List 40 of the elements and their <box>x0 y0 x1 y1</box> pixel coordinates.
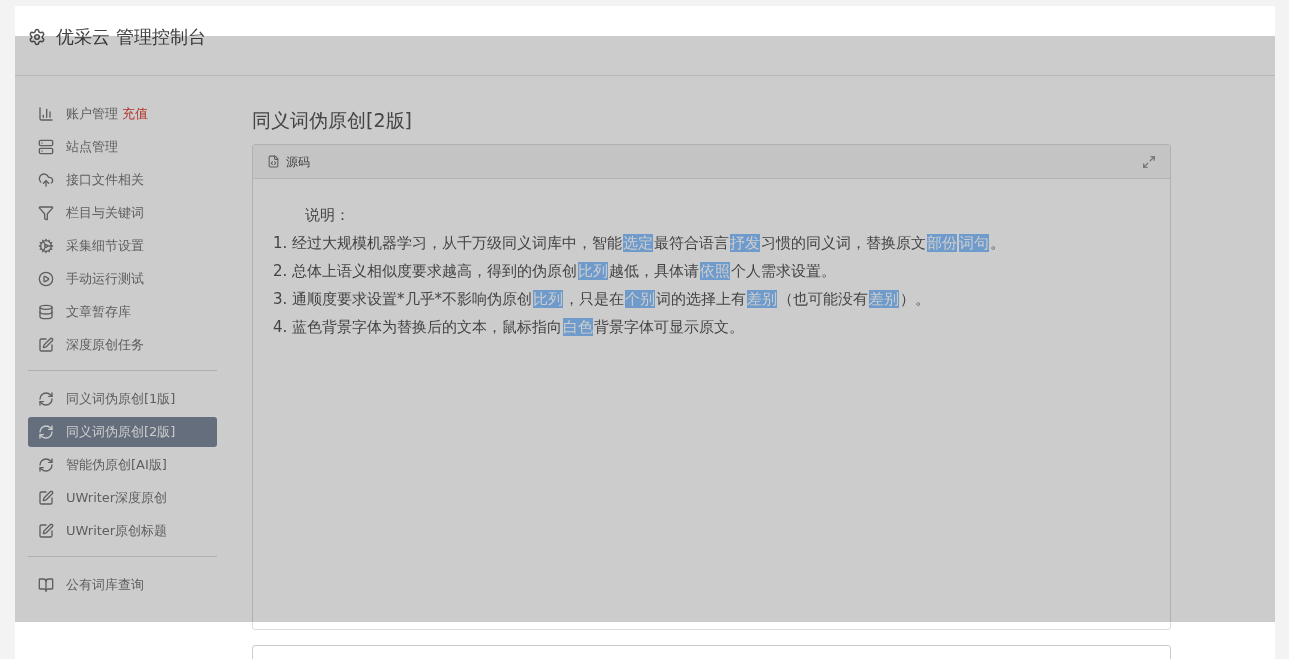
instruction-line: 1. 经过大规模机器学习，从千万级同义词库中，智能选定最符合语言抒发习惯的同义词，替换原文部份词句。 <box>273 233 1006 254</box>
refresh-icon <box>38 391 54 407</box>
cloud-upload-icon <box>38 172 54 188</box>
filter-icon <box>38 205 54 221</box>
sidebar-item[interactable]: 采集细节设置 <box>28 231 217 261</box>
sidebar-item[interactable]: 手动运行测试 <box>28 264 217 294</box>
refresh-icon <box>38 424 54 440</box>
recharge-link[interactable]: 充值 <box>122 104 148 124</box>
sidebar-item[interactable]: 站点管理 <box>28 132 217 162</box>
edit-icon <box>38 490 54 506</box>
sidebar-item[interactable]: 同义词伪原创[2版] <box>28 417 217 447</box>
server-icon <box>38 139 54 155</box>
book-icon <box>38 577 54 593</box>
sidebar-item[interactable]: 账户管理 充值 <box>28 99 217 129</box>
sidebar-item[interactable]: 栏目与关键词 <box>28 198 217 228</box>
sidebar-item[interactable]: 同义词伪原创[1版] <box>28 384 217 414</box>
edit-icon <box>38 523 54 539</box>
instruction-line: 4. 蓝色背景字体为替换后的文本，鼠标指向 白色背景字体可显示原文。 <box>273 317 745 338</box>
panel-title: 源码 <box>286 153 310 171</box>
sidebar-item[interactable]: 接口文件相关 <box>28 165 217 195</box>
edit-icon <box>38 337 54 353</box>
sidebar-item[interactable]: 公有词库查询 <box>28 570 217 600</box>
refresh-icon <box>38 457 54 473</box>
instruction-line: 2. 总体上语义相似度要求越高，得到的伪原创比列越低，具体请依照个人需求设置。 <box>273 261 837 282</box>
bar-chart-icon <box>38 106 54 122</box>
gears-icon <box>38 238 54 254</box>
code-file-icon <box>267 155 280 168</box>
settings-icon <box>28 27 46 46</box>
page-heading: 同义词伪原创[2版] <box>252 108 413 133</box>
database-icon <box>38 304 54 320</box>
play-icon <box>38 271 54 287</box>
sidebar-item[interactable]: UWriter原创标题 <box>28 516 217 546</box>
app-title: 优采云 管理控制台 <box>56 25 206 49</box>
sidebar-item[interactable]: 深度原创任务 <box>28 330 217 360</box>
sidebar-item[interactable]: 文章暂存库 <box>28 297 217 327</box>
sidebar-item[interactable]: 智能伪原创[AI版] <box>28 450 217 480</box>
intro-label: 说明： <box>304 205 350 226</box>
fullscreen-icon[interactable] <box>1142 154 1156 169</box>
instruction-line: 3. 通顺度要求设置*几乎*不影响伪原创比列，只是在个别词的选择上有差别（也可能没有差别）。 <box>273 289 931 310</box>
sidebar-item[interactable]: UWriter深度原创 <box>28 483 217 513</box>
